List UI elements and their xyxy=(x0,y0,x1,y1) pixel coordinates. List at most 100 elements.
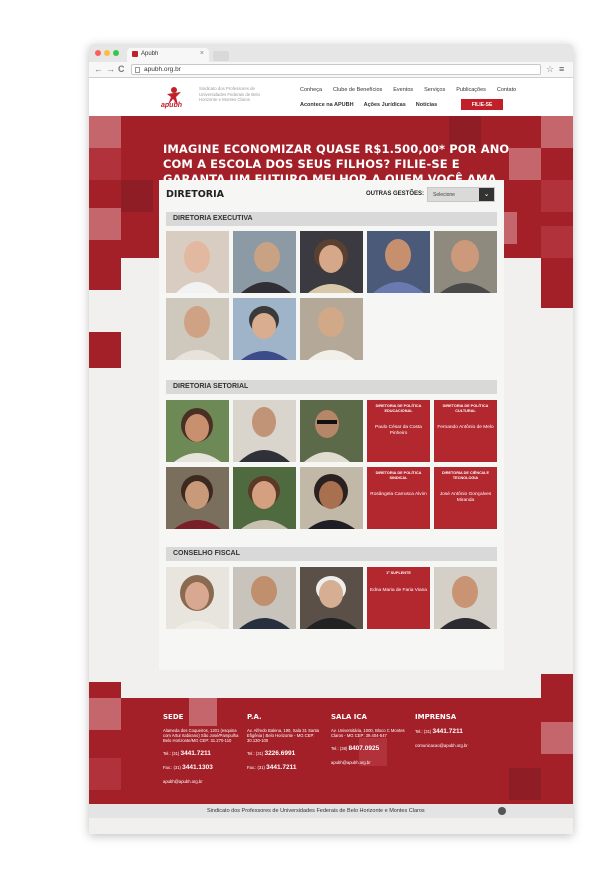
member-card[interactable]: DIRETORIA DE POLÍTICA CULTURAL Fernando … xyxy=(434,400,497,462)
footer-fax: Fax.: (31) 3441.1303 xyxy=(163,764,213,771)
nav-item-publicacoes[interactable]: Publicações xyxy=(456,87,486,93)
footer-address: Av. Alfredo Balena, 190, Sala 31 Santa E… xyxy=(247,728,320,743)
member-photo[interactable] xyxy=(166,400,229,462)
member-photo[interactable] xyxy=(233,567,296,629)
footer-phone: Tel.: (31) 3441.7211 xyxy=(415,728,463,735)
forward-icon[interactable]: → xyxy=(106,64,115,74)
member-photo[interactable] xyxy=(233,231,296,293)
nav-item-clube[interactable]: Clube de Benefícios xyxy=(333,87,382,93)
footer-heading: IMPRENSA xyxy=(415,713,457,721)
nav-bottom: Acontece na APUBH Ações Jurídicas Notícias xyxy=(300,102,447,108)
tab-close-icon[interactable]: × xyxy=(200,50,204,57)
member-photo[interactable] xyxy=(300,567,363,629)
footer-col-sala-ica: SALA ICA Av. Universitária, 1000, Bloco … xyxy=(331,713,411,765)
section-header-setorial: DIRETORIA SETORIAL xyxy=(166,380,497,394)
member-photo[interactable] xyxy=(166,298,229,360)
browser-toolbar: ← → C apubh.org.br ☆ ≡ xyxy=(89,62,573,78)
member-photo[interactable] xyxy=(166,231,229,293)
nav-item-contato[interactable]: Contato xyxy=(497,87,516,93)
page-icon xyxy=(135,67,140,73)
member-photo[interactable] xyxy=(166,467,229,529)
member-photo[interactable] xyxy=(300,400,363,462)
other-terms-label: OUTRAS GESTÕES: xyxy=(366,191,425,197)
chevron-down-icon[interactable]: ⌄ xyxy=(479,188,494,201)
nav-item-acontece[interactable]: Acontece na APUBH xyxy=(300,102,354,108)
footer-col-sede: SEDE Alameda dos Coqueiros, 1201 (esquin… xyxy=(163,713,243,784)
section-title: DIRETORIA SETORIAL xyxy=(173,383,249,390)
member-photo[interactable] xyxy=(434,567,497,629)
footer-bottom-bar: Sindicato dos Professores de Universidad… xyxy=(89,804,573,818)
nav-item-conheca[interactable]: Conheça xyxy=(300,87,322,93)
member-photo[interactable] xyxy=(300,298,363,360)
site-header: apubh Sindicato dos Professores de Unive… xyxy=(89,78,573,116)
nav-item-acoes-juridicas[interactable]: Ações Jurídicas xyxy=(364,102,406,108)
member-name: Paulo César da Costa Pinheiro xyxy=(375,425,422,436)
hero-photo-tile xyxy=(541,226,573,258)
directory-panel: DIRETORIA OUTRAS GESTÕES: Selecione ⌄ DI… xyxy=(159,180,504,670)
hero-photo-tile xyxy=(89,208,121,240)
nav-item-eventos[interactable]: Eventos xyxy=(393,87,413,93)
browser-window: Apubh × ← → C apubh.org.br ☆ ≡ apubh Sin… xyxy=(89,44,573,834)
other-terms-select[interactable]: Selecione ⌄ xyxy=(427,187,495,202)
select-value: Selecione xyxy=(433,192,455,198)
member-photo[interactable] xyxy=(367,231,430,293)
site-footer: SEDE Alameda dos Coqueiros, 1201 (esquin… xyxy=(89,698,573,804)
member-photo[interactable] xyxy=(300,231,363,293)
member-photo[interactable] xyxy=(233,467,296,529)
member-photo[interactable] xyxy=(233,298,296,360)
member-name: Rosângela Carrusca Alvim xyxy=(370,492,427,498)
hero-photo-tile xyxy=(121,180,153,212)
back-icon[interactable]: ← xyxy=(94,64,103,74)
bookmark-star-icon[interactable]: ☆ xyxy=(546,64,554,75)
member-card[interactable]: DIRETORIA DE POLÍTICA EDUCACIONAL Paulo … xyxy=(367,400,430,462)
maximize-window-dot[interactable] xyxy=(113,50,119,56)
footer-heading: SALA ICA xyxy=(331,713,367,721)
section-title: DIRETORIA EXECUTIVA xyxy=(173,215,253,222)
decor-block xyxy=(89,258,121,290)
nav-top: Conheça Clube de Benefícios Eventos Serviço… xyxy=(300,87,527,93)
member-card[interactable]: 1º SUPLENTE Edna Maria de Faria Viana xyxy=(367,567,430,629)
reload-icon[interactable]: C xyxy=(118,64,125,74)
browser-menu-icon[interactable]: ≡ xyxy=(559,64,564,74)
footer-email[interactable]: apubh@apubh.org.br xyxy=(163,779,243,784)
minimize-window-dot[interactable] xyxy=(104,50,110,56)
footer-photo-tile xyxy=(509,768,541,800)
footer-col-imprensa: IMPRENSA Tel.: (31) 3441.7211 comunicaca… xyxy=(415,713,495,748)
member-card[interactable]: DIRETORIA DE POLÍTICA SINDICAL Rosângela… xyxy=(367,467,430,529)
member-card[interactable]: DIRETORIA DE CIÊNCIA E TECNOLOGIA José A… xyxy=(434,467,497,529)
header-tagline: Sindicato dos Professores de Universidad… xyxy=(199,86,260,102)
member-photo[interactable] xyxy=(233,400,296,462)
hero-photo-tile xyxy=(89,116,121,148)
footer-address: Alameda dos Coqueiros, 1201 (esquina com… xyxy=(163,728,239,743)
footer-email[interactable]: comunicacao@apubh.org.br xyxy=(415,743,495,748)
close-window-dot[interactable] xyxy=(95,50,101,56)
footer-copyright: Sindicato dos Professores de Universidad… xyxy=(207,808,425,814)
footer-email[interactable]: apubh@apubh.org.br xyxy=(331,760,411,765)
page-viewport: apubh Sindicato dos Professores de Unive… xyxy=(89,78,573,834)
member-role: DIRETORIA DE POLÍTICA CULTURAL xyxy=(442,404,489,413)
filie-se-button[interactable]: FILIE-SE xyxy=(461,99,503,110)
new-tab-button[interactable] xyxy=(213,51,229,61)
member-photo[interactable] xyxy=(434,231,497,293)
member-photo[interactable] xyxy=(166,567,229,629)
footer-fax: Fax.: (31) 3441.7211 xyxy=(247,764,297,771)
favicon-icon xyxy=(132,51,138,57)
logo-text[interactable]: apubh xyxy=(161,102,182,109)
address-bar[interactable]: apubh.org.br xyxy=(131,64,541,75)
member-photo[interactable] xyxy=(300,467,363,529)
member-role: 1º SUPLENTE xyxy=(386,571,411,575)
developer-logo-icon[interactable] xyxy=(498,807,506,815)
section-title: CONSELHO FISCAL xyxy=(173,550,240,557)
member-role: DIRETORIA DE POLÍTICA EDUCACIONAL xyxy=(375,404,422,413)
footer-address: Av. Universitária, 1000, Bloco C Montes … xyxy=(331,728,405,738)
footer-heading: P.A. xyxy=(247,713,262,721)
footer-phone: Tel.: (31) 3441.7211 xyxy=(163,750,211,757)
decor-block xyxy=(541,258,573,308)
section-header-fiscal: CONSELHO FISCAL xyxy=(166,547,497,561)
browser-tab[interactable]: Apubh × xyxy=(127,48,209,62)
nav-item-servicos[interactable]: Serviços xyxy=(424,87,445,93)
member-name: Edna Maria de Faria Viana xyxy=(370,587,427,593)
nav-item-noticias[interactable]: Notícias xyxy=(416,102,437,108)
member-name: José Antônio Gonçalves Miranda xyxy=(439,492,492,503)
hero-photo-tile xyxy=(541,116,573,148)
